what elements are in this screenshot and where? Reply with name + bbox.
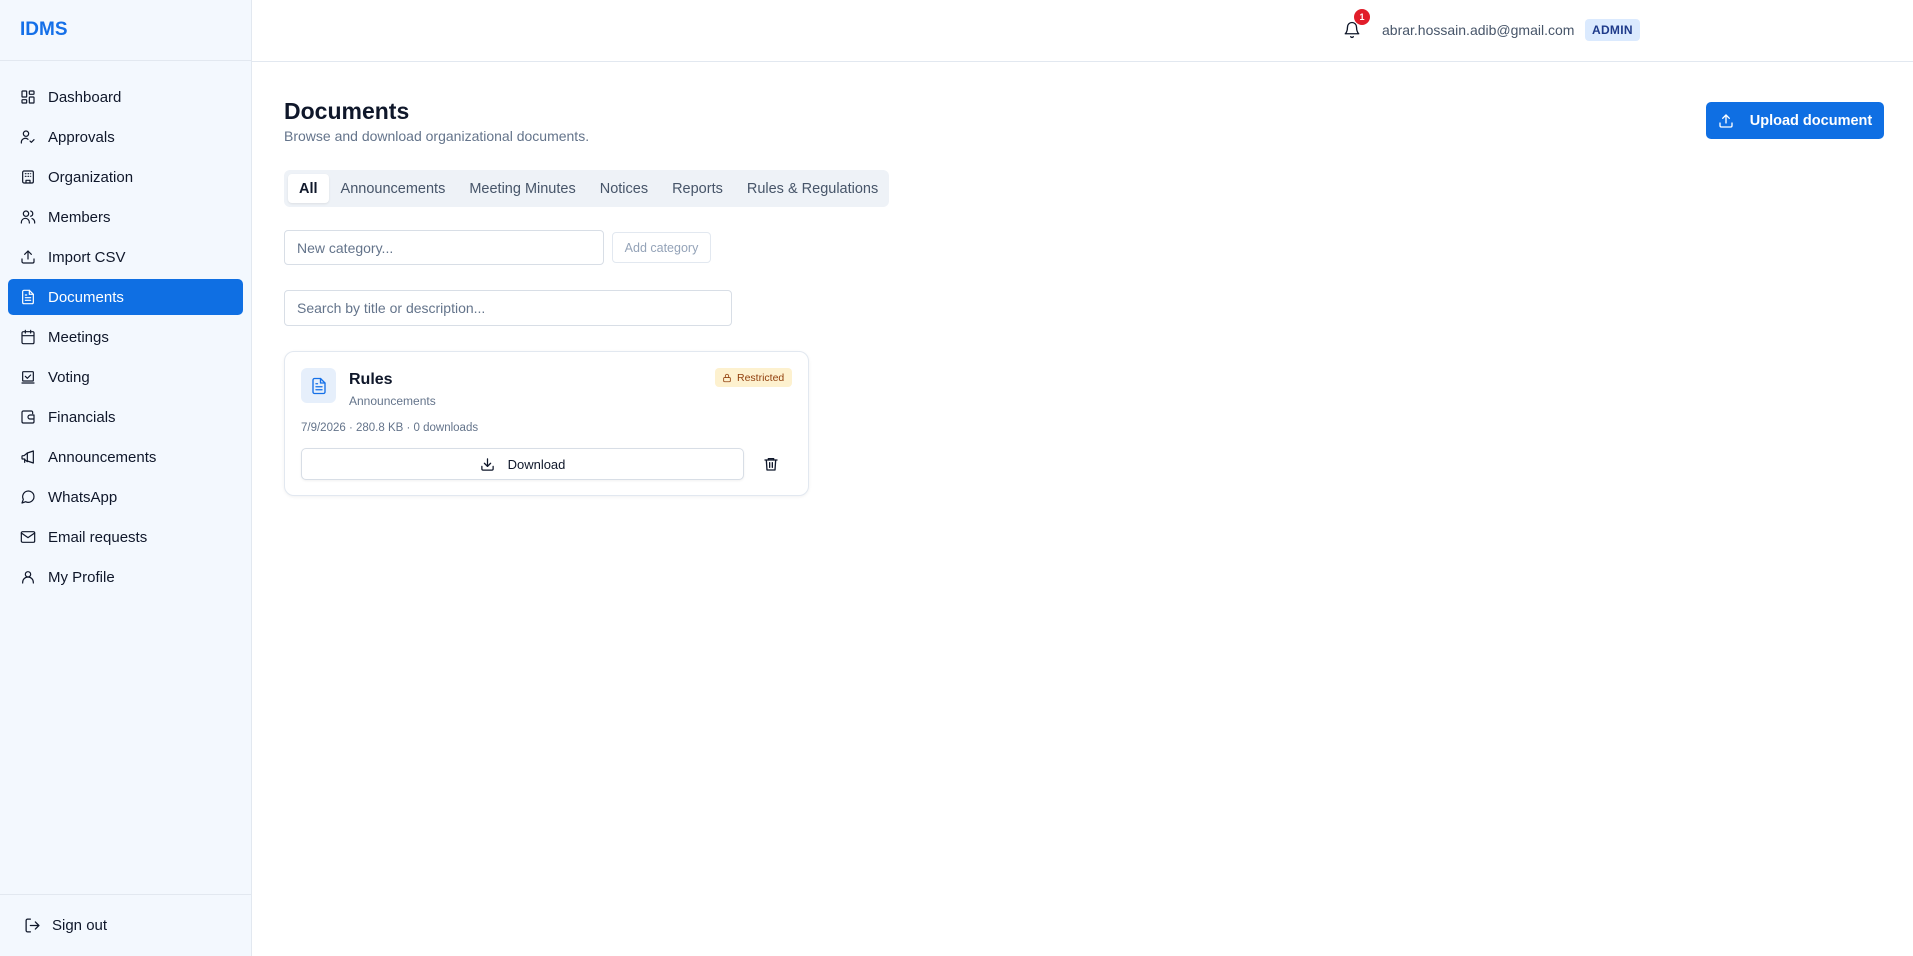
document-card: Rules Announcements Restricted 7/9/2026 … bbox=[284, 351, 809, 496]
tab-reports[interactable]: Reports bbox=[660, 174, 735, 203]
new-category-input[interactable] bbox=[284, 230, 604, 265]
sign-out-button[interactable]: Sign out bbox=[0, 894, 252, 956]
add-category-button[interactable]: Add category bbox=[612, 232, 711, 263]
document-category: Announcements bbox=[349, 394, 436, 408]
upload-icon bbox=[20, 249, 36, 265]
log-out-icon bbox=[24, 917, 41, 934]
upload-document-button[interactable]: Upload document bbox=[1706, 102, 1884, 139]
brand-logo[interactable]: IDMS bbox=[0, 0, 251, 61]
restricted-badge: Restricted bbox=[715, 368, 793, 387]
user-email: abrar.hossain.adib@gmail.com bbox=[1382, 22, 1575, 38]
users-icon bbox=[20, 209, 36, 225]
download-label: Download bbox=[507, 456, 566, 472]
sidebar-item-whatsapp[interactable]: WhatsApp bbox=[8, 479, 243, 515]
sidebar-item-label: Documents bbox=[48, 288, 124, 306]
sidebar-item-label: Dashboard bbox=[48, 88, 122, 106]
notification-badge: 1 bbox=[1354, 9, 1370, 25]
top-bar bbox=[252, 0, 1913, 62]
user-icon bbox=[20, 569, 36, 585]
sidebar: IDMS Dashboard Approvals Organization Me… bbox=[0, 0, 252, 956]
sidebar-item-organization[interactable]: Organization bbox=[8, 159, 243, 195]
sidebar-item-documents[interactable]: Documents bbox=[8, 279, 243, 315]
upload-icon bbox=[1718, 113, 1734, 129]
sidebar-item-import-csv[interactable]: Import CSV bbox=[8, 239, 243, 275]
sidebar-item-dashboard[interactable]: Dashboard bbox=[8, 79, 243, 115]
tab-rules-regulations[interactable]: Rules & Regulations bbox=[735, 174, 890, 203]
trash-icon[interactable] bbox=[763, 456, 779, 472]
sidebar-item-label: Email requests bbox=[48, 528, 148, 546]
building-icon bbox=[20, 169, 36, 185]
file-text-icon bbox=[20, 289, 36, 305]
sidebar-item-my-profile[interactable]: My Profile bbox=[8, 559, 243, 595]
sidebar-item-label: Approvals bbox=[48, 128, 115, 146]
sidebar-nav: Dashboard Approvals Organization Members… bbox=[0, 61, 251, 595]
search-input[interactable] bbox=[284, 290, 732, 326]
document-title: Rules bbox=[349, 371, 393, 388]
category-tabs: All Announcements Meeting Minutes Notice… bbox=[284, 170, 889, 207]
download-icon bbox=[480, 457, 495, 472]
sidebar-item-approvals[interactable]: Approvals bbox=[8, 119, 243, 155]
sidebar-item-label: Announcements bbox=[48, 448, 157, 466]
sidebar-item-financials[interactable]: Financials bbox=[8, 399, 243, 435]
document-meta: 7/9/2026 · 280.8 KB · 0 downloads bbox=[301, 422, 479, 434]
document-file-icon bbox=[301, 368, 336, 403]
download-button[interactable]: Download bbox=[301, 448, 744, 480]
page-title: Documents bbox=[284, 98, 410, 124]
user-check-icon bbox=[20, 129, 36, 145]
dashboard-icon bbox=[20, 89, 36, 105]
sidebar-item-label: Import CSV bbox=[48, 248, 126, 266]
sidebar-item-label: Members bbox=[48, 208, 111, 226]
sidebar-item-label: Financials bbox=[48, 408, 116, 426]
sidebar-item-voting[interactable]: Voting bbox=[8, 359, 243, 395]
role-badge: ADMIN bbox=[1585, 19, 1640, 41]
restricted-label: Restricted bbox=[737, 371, 785, 384]
sidebar-item-label: Voting bbox=[48, 368, 90, 386]
sign-out-label: Sign out bbox=[52, 917, 108, 934]
sidebar-item-label: Organization bbox=[48, 168, 134, 186]
sidebar-item-label: My Profile bbox=[48, 568, 115, 586]
megaphone-icon bbox=[20, 449, 36, 465]
vote-icon bbox=[20, 369, 36, 385]
sidebar-item-email-requests[interactable]: Email requests bbox=[8, 519, 243, 555]
lock-icon bbox=[722, 373, 732, 383]
sidebar-item-announcements[interactable]: Announcements bbox=[8, 439, 243, 475]
page-subtitle: Browse and download organizational docum… bbox=[284, 128, 590, 144]
tab-announcements[interactable]: Announcements bbox=[329, 174, 458, 203]
wallet-icon bbox=[20, 409, 36, 425]
tab-meeting-minutes[interactable]: Meeting Minutes bbox=[457, 174, 587, 203]
sidebar-item-label: WhatsApp bbox=[48, 488, 118, 506]
calendar-icon bbox=[20, 329, 36, 345]
mail-icon bbox=[20, 529, 36, 545]
chat-bubble-icon bbox=[20, 489, 36, 505]
sidebar-item-members[interactable]: Members bbox=[8, 199, 243, 235]
tab-notices[interactable]: Notices bbox=[588, 174, 660, 203]
sidebar-item-meetings[interactable]: Meetings bbox=[8, 319, 243, 355]
sidebar-item-label: Meetings bbox=[48, 328, 109, 346]
upload-document-label: Upload document bbox=[1749, 112, 1873, 129]
tab-all[interactable]: All bbox=[288, 174, 329, 203]
